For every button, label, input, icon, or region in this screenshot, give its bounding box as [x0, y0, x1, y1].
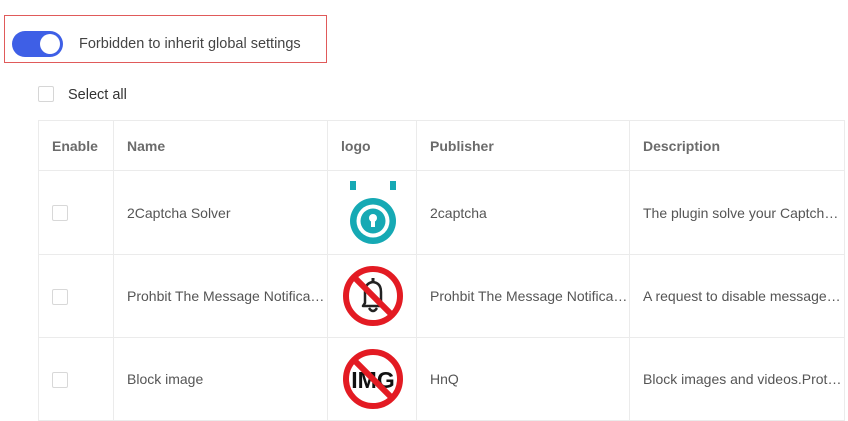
name-cell: Prohbit The Message Notification	[113, 254, 328, 338]
2captcha-logo-icon	[350, 180, 396, 244]
table-row: 2Captcha Solver 2captcha The plugin solv…	[38, 170, 845, 255]
plugin-name: Block image	[127, 371, 204, 387]
toggle-label: Forbidden to inherit global settings	[79, 36, 301, 52]
inherit-toggle-switch[interactable]	[12, 31, 63, 57]
enable-cell	[38, 170, 114, 255]
name-cell: Block image	[113, 337, 328, 421]
table-row: Prohbit The Message Notification Prohbit…	[38, 254, 845, 338]
plugin-table: Enable Name logo Publisher Description 2…	[38, 120, 845, 421]
description-cell: A request to disable message notificatio…	[629, 254, 845, 338]
row-enable-checkbox[interactable]	[52, 288, 68, 305]
table-header-row: Enable Name logo Publisher Description	[38, 120, 845, 171]
select-all-label[interactable]: Select all	[68, 87, 127, 103]
select-all-checkbox[interactable]	[38, 86, 54, 102]
publisher-cell: Prohbit The Message Notification	[416, 254, 630, 338]
logo-cell	[327, 254, 417, 338]
logo-cell	[327, 170, 417, 255]
logo-cell: IMG	[327, 337, 417, 421]
publisher-name: HnQ	[430, 371, 459, 387]
column-header-logo: logo	[327, 120, 417, 171]
publisher-cell: HnQ	[416, 337, 630, 421]
plugin-name: 2Captcha Solver	[127, 204, 231, 221]
column-header-description: Description	[629, 120, 845, 171]
publisher-name: 2captcha	[430, 204, 487, 221]
column-header-enable: Enable	[38, 120, 114, 171]
plugin-description: Block images and videos.Protect your pri…	[643, 371, 844, 387]
row-enable-checkbox[interactable]	[52, 205, 68, 222]
column-header-publisher: Publisher	[416, 120, 630, 171]
plugin-description: The plugin solve your Captcha automatica…	[643, 204, 844, 221]
description-cell: The plugin solve your Captcha automatica…	[629, 170, 845, 255]
img-prohibited-icon: IMG	[343, 349, 403, 409]
plugin-description: A request to disable message notificatio…	[643, 288, 844, 304]
toggle-knob	[40, 34, 60, 54]
description-cell: Block images and videos.Protect your pri…	[629, 337, 845, 421]
enable-cell	[38, 337, 114, 421]
table-row: Block image IMG HnQ Block images and vid…	[38, 337, 845, 421]
name-cell: 2Captcha Solver	[113, 170, 328, 255]
publisher-cell: 2captcha	[416, 170, 630, 255]
publisher-name: Prohbit The Message Notification	[430, 288, 629, 304]
row-enable-checkbox[interactable]	[52, 371, 68, 388]
column-header-name: Name	[113, 120, 328, 171]
plugin-name: Prohbit The Message Notification	[127, 288, 327, 304]
enable-cell	[38, 254, 114, 338]
bell-prohibited-icon	[343, 266, 403, 326]
